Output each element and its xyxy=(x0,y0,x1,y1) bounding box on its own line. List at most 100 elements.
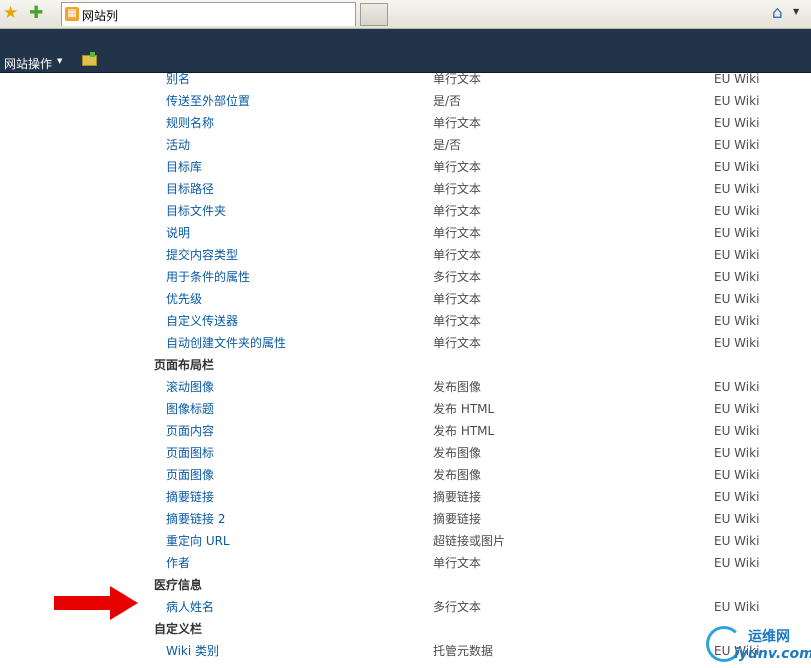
column-type: 超链接或图片 xyxy=(433,534,506,548)
column-name-link[interactable]: 病人姓名 xyxy=(166,598,214,616)
column-source: EU Wiki xyxy=(714,116,760,130)
column-name-link[interactable]: 目标库 xyxy=(166,158,202,176)
column-name-link[interactable]: Wiki 类别 xyxy=(166,642,219,660)
column-source: EU Wiki xyxy=(714,512,760,526)
column-row: 自定义传送器 单行文本 EU Wiki xyxy=(0,312,811,334)
column-row: 摘要链接 2 摘要链接 EU Wiki xyxy=(0,510,811,532)
column-name-link[interactable]: 自动创建文件夹的属性 xyxy=(166,334,286,352)
watermark-logo: 运维网 iyunv.com xyxy=(704,620,811,668)
column-type: 发布 HTML xyxy=(433,424,495,438)
column-source: EU Wiki xyxy=(714,72,760,86)
column-name-link[interactable]: 摘要链接 xyxy=(166,488,214,506)
column-name-link[interactable]: 用于条件的属性 xyxy=(166,268,250,286)
column-type: 单行文本 xyxy=(433,160,482,174)
column-source: EU Wiki xyxy=(714,446,760,460)
column-row: 摘要链接 摘要链接 EU Wiki xyxy=(0,488,811,510)
column-source: EU Wiki xyxy=(714,424,760,438)
browser-toolbar: ★ ✚ ▦ 网站列 ⌂ ▼ xyxy=(0,0,811,29)
column-type: 单行文本 xyxy=(433,182,482,196)
column-name-link[interactable]: 作者 xyxy=(166,554,190,572)
column-source: EU Wiki xyxy=(714,160,760,174)
column-row: 活动 是/否 EU Wiki xyxy=(0,136,811,158)
group-header: 页面布局栏 xyxy=(154,358,215,372)
page-favicon-icon: ▦ xyxy=(65,7,79,21)
column-name-link[interactable]: 优先级 xyxy=(166,290,202,308)
column-type: 多行文本 xyxy=(433,600,482,614)
column-row: 作者 单行文本 EU Wiki xyxy=(0,554,811,576)
column-name-link[interactable]: 目标文件夹 xyxy=(166,202,226,220)
column-type: 多行文本 xyxy=(433,270,482,284)
column-row: 传送至外部位置 是/否 EU Wiki xyxy=(0,92,811,114)
watermark-en: iyunv.com xyxy=(734,646,811,662)
column-row: 页面图标 发布图像 EU Wiki xyxy=(0,444,811,466)
browser-tab[interactable]: ▦ 网站列 xyxy=(61,2,356,26)
column-type: 是/否 xyxy=(433,94,462,108)
column-name-link[interactable]: 自定义传送器 xyxy=(166,312,238,330)
column-type: 单行文本 xyxy=(433,226,482,240)
column-type: 单行文本 xyxy=(433,204,482,218)
column-name-link[interactable]: 说明 xyxy=(166,224,190,242)
column-type: 单行文本 xyxy=(433,72,482,86)
column-name-link[interactable]: 页面内容 xyxy=(166,422,214,440)
column-name-link[interactable]: 页面图标 xyxy=(166,444,214,462)
column-name-link[interactable]: 别名 xyxy=(166,70,190,88)
column-source: EU Wiki xyxy=(714,248,760,262)
column-row: 页面内容 发布 HTML EU Wiki xyxy=(0,422,811,444)
column-name-link[interactable]: 重定向 URL xyxy=(166,532,230,550)
column-name-link[interactable]: 规则名称 xyxy=(166,114,214,132)
column-name-link[interactable]: 活动 xyxy=(166,136,190,154)
column-type: 摘要链接 xyxy=(433,512,482,526)
column-type: 单行文本 xyxy=(433,556,482,570)
column-source: EU Wiki xyxy=(714,270,760,284)
column-row: 目标文件夹 单行文本 EU Wiki xyxy=(0,202,811,224)
column-row: 别名 单行文本 EU Wiki xyxy=(0,70,811,92)
watermark-cn: 运维网 xyxy=(748,629,790,645)
column-name-link[interactable]: 传送至外部位置 xyxy=(166,92,250,110)
column-name-link[interactable]: 滚动图像 xyxy=(166,378,214,396)
column-source: EU Wiki xyxy=(714,204,760,218)
column-row: 页面图像 发布图像 EU Wiki xyxy=(0,466,811,488)
new-tab-button[interactable] xyxy=(360,3,388,26)
column-type: 发布图像 xyxy=(433,446,482,460)
column-name-link[interactable]: 摘要链接 2 xyxy=(166,510,225,528)
column-name-link[interactable]: 页面图像 xyxy=(166,466,214,484)
column-row: 优先级 单行文本 EU Wiki xyxy=(0,290,811,312)
column-source: EU Wiki xyxy=(714,490,760,504)
column-source: EU Wiki xyxy=(714,534,760,548)
column-type: 是/否 xyxy=(433,138,462,152)
column-source: EU Wiki xyxy=(714,468,760,482)
column-type: 发布 HTML xyxy=(433,402,495,416)
column-row: 目标库 单行文本 EU Wiki xyxy=(0,158,811,180)
column-type: 单行文本 xyxy=(433,314,482,328)
column-row: 重定向 URL 超链接或图片 EU Wiki xyxy=(0,532,811,554)
column-source: EU Wiki xyxy=(714,380,760,394)
column-type: 托管元数据 xyxy=(433,644,494,658)
column-source: EU Wiki xyxy=(714,402,760,416)
column-row: 目标路径 单行文本 EU Wiki xyxy=(0,180,811,202)
column-source: EU Wiki xyxy=(714,138,760,152)
home-dropdown-chevron-icon[interactable]: ▼ xyxy=(793,7,799,16)
column-source: EU Wiki xyxy=(714,314,760,328)
column-source: EU Wiki xyxy=(714,292,760,306)
navigate-up-icon[interactable] xyxy=(82,52,97,66)
add-favorites-icon[interactable]: ✚ xyxy=(29,3,43,23)
home-icon[interactable]: ⌂ xyxy=(772,3,783,23)
column-name-link[interactable]: 图像标题 xyxy=(166,400,214,418)
column-name-link[interactable]: 提交内容类型 xyxy=(166,246,238,264)
favorites-star-icon[interactable]: ★ xyxy=(3,3,18,23)
ribbon-bar: 网站操作 ▼ xyxy=(0,29,811,73)
column-source: EU Wiki xyxy=(714,94,760,108)
column-name-link[interactable]: 目标路径 xyxy=(166,180,214,198)
column-type: 单行文本 xyxy=(433,248,482,262)
column-row: 自动创建文件夹的属性 单行文本 EU Wiki xyxy=(0,334,811,356)
column-row: 图像标题 发布 HTML EU Wiki xyxy=(0,400,811,422)
column-source: EU Wiki xyxy=(714,556,760,570)
column-type: 单行文本 xyxy=(433,116,482,130)
chevron-down-icon[interactable]: ▼ xyxy=(57,57,62,65)
column-source: EU Wiki xyxy=(714,600,760,614)
column-row: 规则名称 单行文本 EU Wiki xyxy=(0,114,811,136)
column-type: 单行文本 xyxy=(433,336,482,350)
column-type: 单行文本 xyxy=(433,292,482,306)
column-type: 发布图像 xyxy=(433,468,482,482)
red-arrow-icon xyxy=(54,586,138,620)
